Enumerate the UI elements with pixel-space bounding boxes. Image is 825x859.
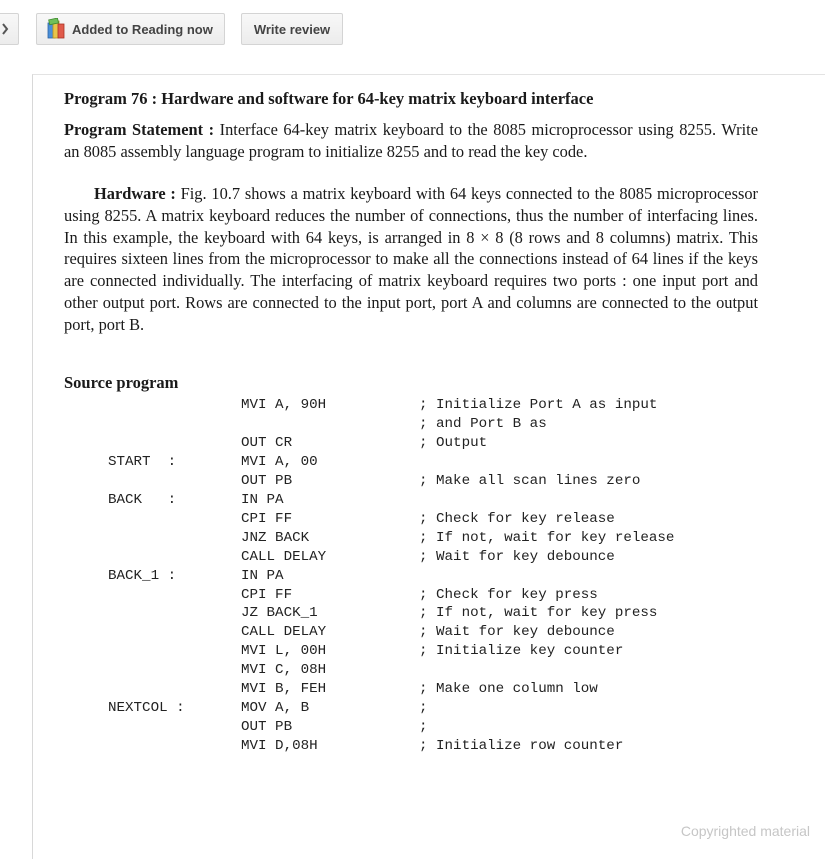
code-label: BACK : bbox=[108, 491, 177, 508]
program-statement: Program Statement : Interface 64-key mat… bbox=[64, 119, 758, 163]
code-instruction: IN PA bbox=[241, 491, 284, 508]
code-comment: ; Initialize key counter bbox=[419, 643, 624, 660]
code-comment: ; Output bbox=[419, 434, 488, 451]
hardware-text: Fig. 10.7 shows a matrix keyboard with 6… bbox=[64, 184, 758, 334]
code-comment: ; Check for key release bbox=[419, 510, 615, 527]
code-instruction: CPI FF bbox=[241, 586, 293, 603]
code-instruction: IN PA bbox=[241, 567, 284, 584]
code-instruction: OUT PB bbox=[241, 719, 293, 736]
write-review-label: Write review bbox=[253, 21, 331, 37]
code-label: BACK_1 : bbox=[108, 567, 177, 584]
code-instruction: MVI C, 08H bbox=[241, 662, 327, 679]
code-comment: ; Initialize row counter bbox=[419, 738, 624, 755]
code-label: START : bbox=[108, 453, 177, 470]
hardware-label: Hardware : bbox=[94, 184, 176, 203]
program-title: Program 76 : Hardware and software for 6… bbox=[64, 89, 594, 108]
chevron-icon bbox=[2, 23, 9, 35]
code-comment: ; Make all scan lines zero bbox=[419, 472, 641, 489]
code-instruction: JNZ BACK bbox=[241, 529, 310, 546]
copyright-watermark: Copyrighted material bbox=[680, 823, 810, 839]
toolbar: Added to Reading now Write review bbox=[0, 0, 825, 60]
code-instruction: MVI D,08H bbox=[241, 738, 318, 755]
code-instruction: CALL DELAY bbox=[241, 548, 327, 565]
code-instruction: OUT PB bbox=[241, 472, 293, 489]
code-instruction: JZ BACK_1 bbox=[241, 605, 318, 622]
book-page: Program 76 : Hardware and software for 6… bbox=[32, 74, 825, 859]
source-program-heading: Source program bbox=[64, 373, 179, 392]
code-instruction: MOV A, B bbox=[241, 700, 310, 717]
code-comment: ; Check for key press bbox=[419, 586, 598, 603]
code-comment: ; bbox=[419, 719, 428, 736]
code-comment: ; If not, wait for key release bbox=[419, 529, 675, 546]
code-comment: ; Initialize Port A as input bbox=[419, 397, 658, 413]
code-comment: ; If not, wait for key press bbox=[419, 605, 658, 622]
code-instruction: CALL DELAY bbox=[241, 624, 327, 641]
added-to-reading-button[interactable]: Added to Reading now bbox=[36, 13, 225, 45]
previous-button[interactable] bbox=[0, 13, 19, 45]
code-label: NEXTCOL : bbox=[108, 700, 185, 717]
code-instruction: MVI L, 00H bbox=[241, 643, 327, 660]
code-instruction: MVI B, FEH bbox=[241, 681, 327, 698]
statement-label: Program Statement : bbox=[64, 120, 215, 139]
code-comment: ; Make one column low bbox=[419, 681, 598, 698]
added-to-reading-label: Added to Reading now bbox=[72, 21, 213, 37]
hardware-paragraph: Hardware : Fig. 10.7 shows a matrix keyb… bbox=[64, 183, 758, 336]
code-instruction: OUT CR bbox=[241, 434, 293, 451]
code-instruction: CPI FF bbox=[241, 510, 293, 527]
code-comment: ; Wait for key debounce bbox=[419, 624, 615, 641]
code-comment: ; Wait for key debounce bbox=[419, 548, 615, 565]
write-review-button[interactable]: Write review bbox=[241, 13, 343, 45]
code-instruction: MVI A, 90H bbox=[241, 397, 327, 413]
books-icon bbox=[47, 18, 65, 39]
code-comment: ; and Port B as bbox=[419, 415, 547, 432]
code-comment: ; bbox=[419, 700, 428, 717]
code-instruction: MVI A, 00 bbox=[241, 453, 318, 470]
